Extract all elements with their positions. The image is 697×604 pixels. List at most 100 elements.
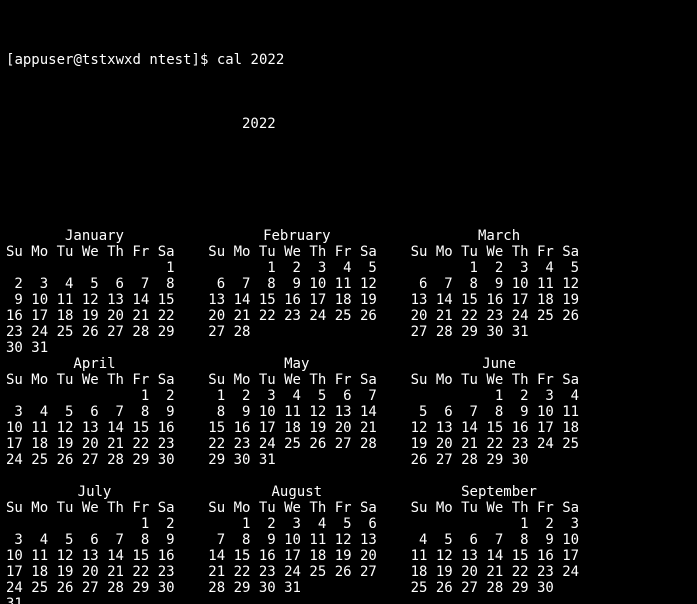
day-cell [6, 468, 23, 484]
week-row: 11121314151617 [411, 548, 588, 564]
week-row: 1 2 3 [411, 516, 588, 532]
day-cell: 16 [158, 420, 175, 436]
day-cell [411, 388, 436, 404]
dow-cell: We [82, 372, 107, 388]
day-cell [6, 260, 31, 276]
cwd: ntest [149, 52, 191, 68]
day-cell: 17 [6, 436, 31, 452]
week-row: 17181920212223 [6, 564, 183, 580]
day-cell: 23 [158, 436, 175, 452]
day-cell [309, 580, 334, 596]
day-cell: 22 [158, 308, 175, 324]
week-row: 17181920212223 [6, 436, 183, 452]
day-cell: 5 [411, 404, 436, 420]
dow-cell: Fr [132, 244, 157, 260]
day-cell: 13 [335, 404, 360, 420]
day-cell: 13 [436, 420, 461, 436]
day-cell: 23 [284, 308, 309, 324]
day-cell [31, 596, 56, 604]
day-cell: 16 [537, 548, 562, 564]
day-cell: 2 [158, 516, 175, 532]
dow-row: SuMoTuWeThFrSa [411, 500, 588, 516]
day-cell: 3 [309, 260, 334, 276]
day-cell [461, 516, 486, 532]
day-cell: 30 [537, 580, 562, 596]
dow-cell: Fr [537, 372, 562, 388]
day-cell: 18 [31, 564, 56, 580]
day-cell: 23 [234, 436, 259, 452]
day-cell: 5 [57, 532, 82, 548]
day-cell: 22 [132, 564, 157, 580]
dow-cell: Su [6, 244, 31, 260]
day-cell: 26 [360, 308, 377, 324]
day-cell: 25 [284, 436, 309, 452]
day-cell [436, 516, 461, 532]
dow-cell: We [486, 500, 511, 516]
day-cell: 24 [259, 436, 284, 452]
day-cell: 2 [259, 516, 284, 532]
day-cell [309, 324, 334, 340]
day-cell: 10 [537, 404, 562, 420]
day-cell: 16 [234, 420, 259, 436]
day-cell: 4 [335, 260, 360, 276]
day-cell: 5 [82, 276, 107, 292]
day-cell: 19 [57, 564, 82, 580]
day-cell [82, 596, 107, 604]
week-row: 3 4 5 6 7 8 9 [6, 532, 183, 548]
day-cell: 21 [486, 564, 511, 580]
day-cell: 18 [57, 308, 82, 324]
day-cell: 24 [309, 308, 334, 324]
day-cell: 10 [259, 404, 284, 420]
week-row: 20212223242526 [411, 308, 588, 324]
day-cell: 1 [208, 388, 233, 404]
day-cell: 20 [208, 308, 233, 324]
week-row: 1 2 [6, 388, 183, 404]
quarter-row: AprilSuMoTuWeThFrSa 1 2 3 4 5 6 7 8 9101… [6, 356, 691, 484]
day-cell [411, 260, 436, 276]
week-row-empty [208, 596, 385, 604]
day-cell: 15 [158, 292, 175, 308]
day-cell: 13 [411, 292, 436, 308]
week-row: 2627282930 [411, 452, 588, 468]
day-cell: 29 [512, 580, 537, 596]
day-cell: 19 [335, 548, 360, 564]
day-cell: 25 [411, 580, 436, 596]
dow-cell: Fr [132, 372, 157, 388]
dow-cell: Sa [562, 500, 579, 516]
day-cell: 8 [259, 276, 284, 292]
day-cell [31, 516, 56, 532]
day-cell: 9 [158, 404, 175, 420]
day-cell: 13 [82, 420, 107, 436]
day-cell: 7 [360, 388, 377, 404]
host: tstxwxd [82, 52, 141, 68]
day-cell: 12 [309, 404, 334, 420]
day-cell [107, 388, 132, 404]
day-cell [208, 516, 233, 532]
day-cell: 10 [284, 532, 309, 548]
day-cell: 2 [6, 276, 31, 292]
week-row: 1 2 3 4 [411, 388, 588, 404]
terminal[interactable]: [appuser@tstxwxd ntest]$ cal 2022 2022 J… [0, 0, 697, 604]
dow-cell: Su [208, 500, 233, 516]
day-cell: 25 [537, 308, 562, 324]
day-cell: 8 [461, 276, 486, 292]
week-row: 252627282930 [411, 580, 588, 596]
day-cell: 29 [132, 580, 157, 596]
day-cell: 16 [512, 420, 537, 436]
week-row: 4 5 6 7 8 910 [411, 532, 588, 548]
day-cell: 20 [82, 436, 107, 452]
dow-cell: We [284, 244, 309, 260]
day-cell: 28 [208, 580, 233, 596]
day-cell: 3 [259, 388, 284, 404]
day-cell: 7 [107, 532, 132, 548]
week-row: 24252627282930 [6, 580, 183, 596]
month-name: September [411, 484, 588, 500]
day-cell: 14 [461, 420, 486, 436]
day-cell: 2 [234, 388, 259, 404]
day-cell: 9 [512, 404, 537, 420]
dow-cell: Sa [158, 372, 175, 388]
dow-cell: Sa [562, 372, 579, 388]
week-row: 19202122232425 [411, 436, 588, 452]
day-cell: 22 [132, 436, 157, 452]
day-cell: 22 [461, 308, 486, 324]
